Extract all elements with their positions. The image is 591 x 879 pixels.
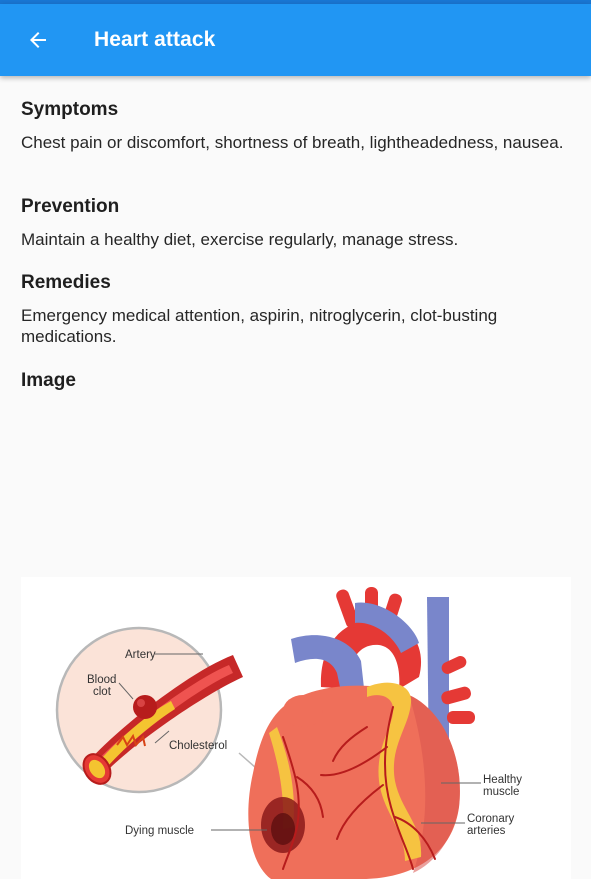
prevention-section: Prevention Maintain a healthy diet, exer… [21,193,571,250]
label-healthy-muscle-line1: Healthy [483,774,522,786]
symptoms-text: Chest pain or discomfort, shortness of b… [21,133,564,152]
remedies-text: Emergency medical attention, aspirin, ni… [21,306,498,346]
symptoms-section: Symptoms Chest pain or discomfort, short… [21,96,571,153]
label-coronary-arteries-line2: arteries [467,825,506,837]
label-dying-muscle: Dying muscle [125,825,194,837]
remedies-heading: Remedies [21,272,111,293]
artery-magnifier: Artery Blood clot Cholesterol [55,626,243,794]
label-cholesterol: Cholesterol [169,740,227,752]
label-healthy-muscle-line2: muscle [483,786,519,798]
label-coronary-arteries-line1: Coronary [467,813,515,825]
symptoms-heading: Symptoms [21,99,119,120]
arrow-back-icon [30,32,46,48]
prevention-heading: Prevention [21,196,120,217]
page-title: Heart attack [94,28,216,51]
app-bar: Heart attack [0,4,591,76]
image-section: Image [21,367,571,395]
heart-attack-illustration: Artery Blood clot Cholesterol Dying musc… [21,577,571,879]
prevention-text: Maintain a healthy diet, exercise regula… [21,230,459,249]
heart-diagram: Artery Blood clot Cholesterol Dying musc… [55,587,522,879]
remedies-section: Remedies Emergency medical attention, as… [21,269,571,347]
image-heading: Image [21,370,76,391]
back-button[interactable] [20,22,56,58]
label-blood-clot-line2: clot [93,686,112,698]
label-blood-clot-line1: Blood [87,674,116,686]
label-artery: Artery [125,649,156,661]
